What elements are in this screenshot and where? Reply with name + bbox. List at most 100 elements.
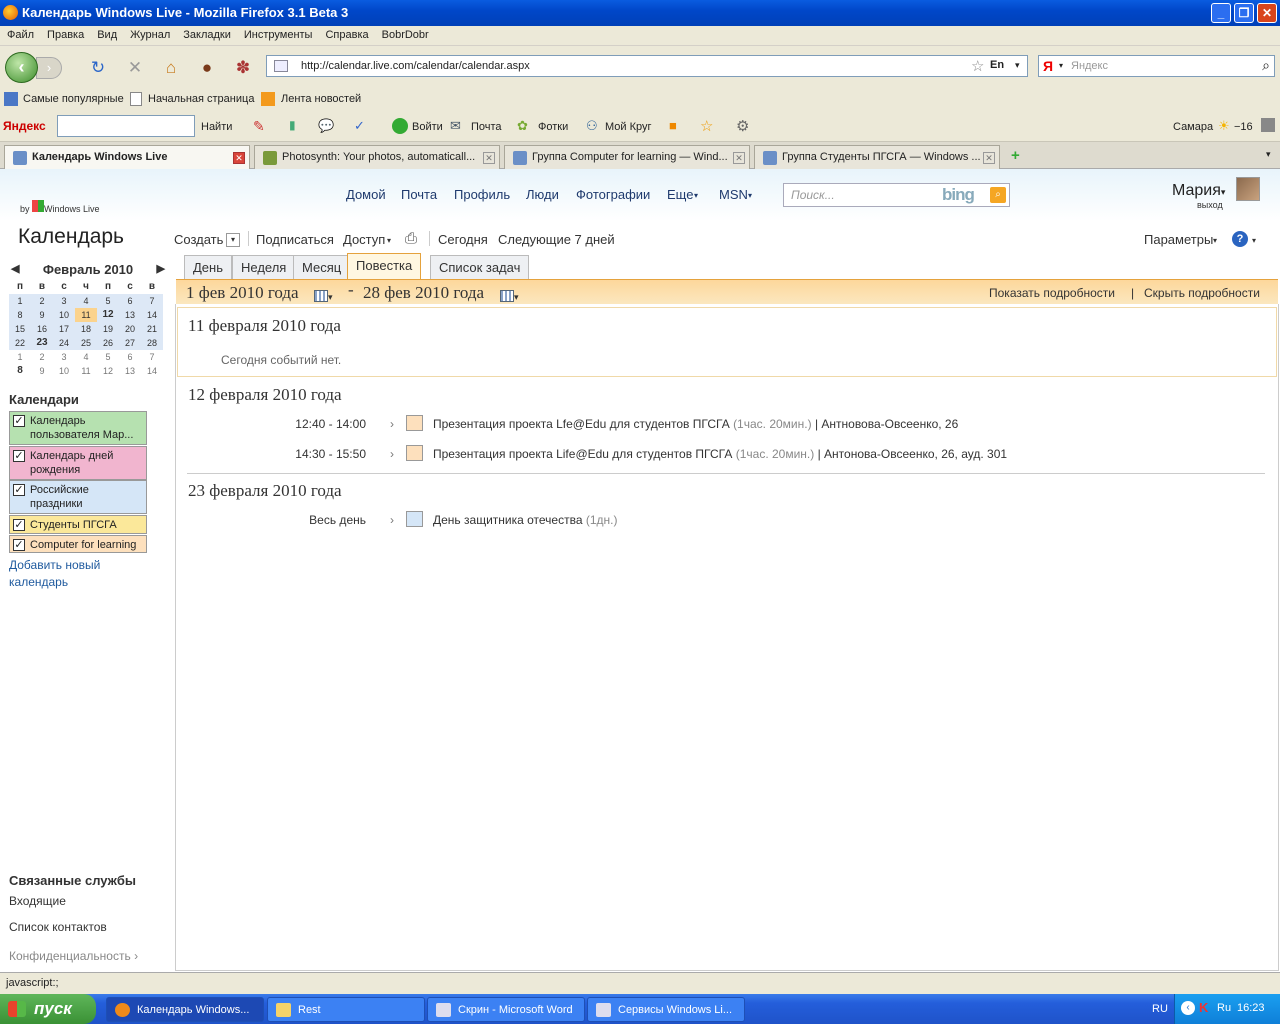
menu-bookmarks[interactable]: Закладки	[176, 26, 237, 41]
subscribe-button[interactable]: Подписаться	[256, 232, 334, 247]
bookmark-start-page[interactable]: Начальная страница	[148, 93, 254, 105]
range-from-picker[interactable]: ▾	[314, 285, 333, 305]
taskbar-item-word2[interactable]: Сервисы Windows Li...	[587, 997, 745, 1022]
taskbar-item-rest[interactable]: Rest	[267, 997, 425, 1022]
tab-calendar[interactable]: Календарь Windows Live ✕	[4, 145, 250, 170]
calendar-item-students[interactable]: ✓ Студенты ПГСГА	[9, 515, 147, 534]
mini-day[interactable]: 5	[97, 294, 119, 308]
bookmark-popular[interactable]: Самые популярные	[23, 93, 124, 105]
mini-day[interactable]: 6	[119, 350, 141, 364]
toolbar-menu-icon[interactable]	[1261, 118, 1275, 132]
checkbox-checked-icon[interactable]: ✓	[13, 484, 25, 496]
close-button[interactable]: ✕	[1257, 3, 1277, 23]
help-icon[interactable]: ?	[1232, 231, 1248, 247]
nav-people[interactable]: Люди	[526, 187, 559, 202]
yandex-brand[interactable]: Яндекс	[3, 119, 46, 133]
tab-photosynth[interactable]: Photosynth: Your photos, automaticall...…	[254, 145, 500, 169]
mini-day[interactable]: 2	[31, 350, 53, 364]
tab-computer-for-learning[interactable]: Группа Computer for learning — Wind... ✕	[504, 145, 750, 169]
bookmark-news-feed[interactable]: Лента новостей	[281, 93, 361, 105]
mini-day[interactable]: 5	[97, 350, 119, 364]
mini-day[interactable]: 16	[31, 322, 53, 336]
next-7-days-button[interactable]: Следующие 7 дней	[498, 232, 615, 247]
menu-bobrdobr[interactable]: BobrDobr	[375, 26, 435, 41]
mini-day[interactable]: 7	[141, 350, 163, 364]
inbox-link[interactable]: Входящие	[9, 894, 66, 908]
taskbar-item-firefox[interactable]: Календарь Windows...	[106, 997, 264, 1022]
mini-day[interactable]: 28	[141, 336, 163, 350]
today-button[interactable]: Сегодня	[438, 232, 488, 247]
create-button[interactable]: Создать	[174, 232, 223, 247]
tab-tasks[interactable]: Список задач	[430, 255, 530, 279]
privacy-link[interactable]: Конфиденциальность ›	[9, 949, 138, 963]
event-item[interactable]: Презентация проекта Lfe@Edu для студенто…	[433, 417, 958, 431]
home-icon[interactable]: ⌂	[161, 58, 181, 78]
search-icon[interactable]: ⌕	[990, 187, 1006, 203]
tab-close-icon[interactable]: ✕	[483, 152, 495, 164]
mini-day[interactable]: 14	[141, 308, 163, 322]
mini-day[interactable]: 20	[119, 322, 141, 336]
share-button[interactable]: Доступ	[343, 232, 385, 247]
settings-gear-icon[interactable]: ⚙	[736, 117, 749, 135]
taskbar-item-word[interactable]: Скрин - Microsoft Word	[427, 997, 585, 1022]
mini-day[interactable]: 19	[97, 322, 119, 336]
mini-day[interactable]: 6	[119, 294, 141, 308]
yandex-search-input[interactable]	[57, 115, 195, 137]
menu-view[interactable]: Вид	[90, 26, 123, 41]
tab-close-icon[interactable]: ✕	[733, 152, 745, 164]
checkbox-checked-icon[interactable]: ✓	[13, 450, 25, 462]
start-button[interactable]: пуск	[0, 994, 96, 1024]
range-from[interactable]: 1 фев 2010 года	[186, 283, 299, 303]
mini-day[interactable]: 3	[53, 350, 75, 364]
mini-day[interactable]: 7	[141, 294, 163, 308]
mini-day[interactable]: 11	[75, 364, 97, 378]
tab-agenda[interactable]: Повестка	[347, 253, 422, 279]
mini-day[interactable]: 22	[9, 336, 31, 350]
stop-icon[interactable]: ✕	[125, 58, 145, 78]
menu-help[interactable]: Справка	[318, 26, 374, 41]
range-to[interactable]: 28 фев 2010 года	[363, 283, 484, 303]
maximize-button[interactable]: ❐	[1234, 3, 1254, 23]
tab-students-pgsga[interactable]: Группа Студенты ПГСГА — Windows ... ✕	[754, 145, 1000, 169]
event-item[interactable]: День защитника отечества (1дн.)	[433, 513, 617, 527]
menu-edit[interactable]: Правка	[40, 26, 90, 41]
mini-day[interactable]: 27	[119, 336, 141, 350]
language-indicator[interactable]: RU	[1152, 1003, 1168, 1015]
magnifier-icon[interactable]: ⌕	[1262, 57, 1270, 74]
create-dropdown-icon[interactable]: ▾	[226, 233, 240, 247]
show-details-link[interactable]: Показать подробности	[989, 286, 1115, 300]
url-dropdown-icon[interactable]: ▾	[1015, 60, 1020, 71]
contacts-link[interactable]: Список контактов	[9, 920, 107, 934]
url-bar[interactable]: http://calendar.live.com/calendar/calend…	[266, 55, 1028, 77]
tab-month[interactable]: Месяц	[293, 255, 351, 279]
prev-month-icon[interactable]: ◀	[11, 262, 19, 275]
bobrdobr-icon[interactable]: ●	[197, 58, 217, 78]
chevron-right-icon[interactable]: ›	[390, 513, 394, 527]
nav-profile[interactable]: Профиль	[454, 187, 510, 202]
paw-icon[interactable]: ✽	[233, 58, 253, 78]
yandex-photos[interactable]: Фотки	[538, 121, 568, 133]
nav-photos[interactable]: Фотографии	[576, 187, 650, 202]
mini-day[interactable]: 14	[141, 364, 163, 378]
range-to-picker[interactable]: ▾	[500, 285, 519, 305]
star-icon[interactable]: ☆	[971, 57, 984, 75]
yandex-mail[interactable]: Почта	[471, 121, 502, 133]
tab-close-icon[interactable]: ✕	[233, 152, 245, 164]
checkbox-checked-icon[interactable]: ✓	[13, 519, 25, 531]
mini-day[interactable]: 26	[97, 336, 119, 350]
calendar-item-holidays[interactable]: ✓ Российские праздники	[9, 480, 147, 514]
mini-day[interactable]: 25	[75, 336, 97, 350]
event-item[interactable]: Презентация проекта Life@Edu для студент…	[433, 447, 1007, 461]
hide-details-link[interactable]: Скрыть подробности	[1144, 286, 1260, 300]
checkbox-checked-icon[interactable]: ✓	[13, 415, 25, 427]
tab-list-icon[interactable]: ▾	[1266, 149, 1271, 160]
mini-day[interactable]: 9	[31, 364, 53, 378]
yandex-find-button[interactable]: Найти	[201, 121, 232, 133]
mini-day-today[interactable]: 11	[75, 308, 97, 322]
mini-day[interactable]: 18	[75, 322, 97, 336]
nav-more[interactable]: Еще	[667, 187, 693, 202]
chat-icon[interactable]: 💬	[318, 118, 334, 134]
calendar-item-user[interactable]: ✓ Календарь пользователя Мар...	[9, 411, 147, 445]
reload-icon[interactable]: ↻	[88, 58, 108, 78]
weather-city[interactable]: Самара	[1173, 121, 1213, 133]
